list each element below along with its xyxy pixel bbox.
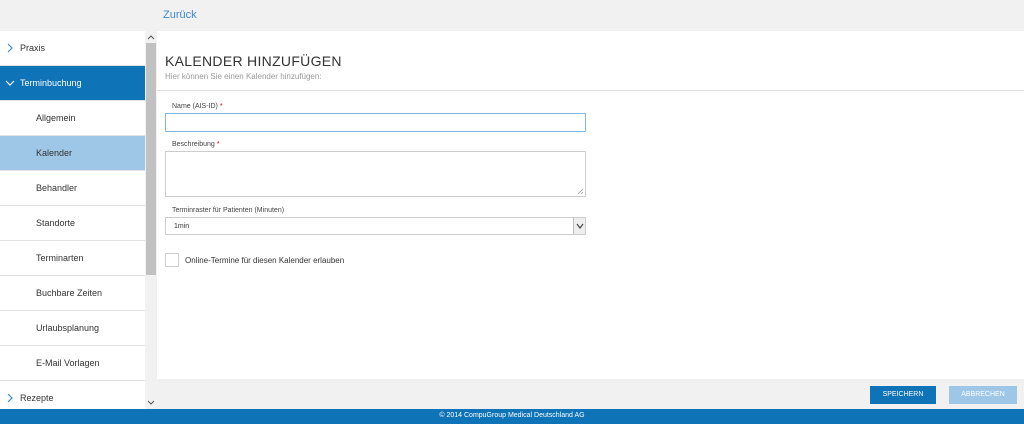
- sidebar-item-label: Rezepte: [20, 393, 54, 403]
- sidebar-item-kalender[interactable]: Kalender: [0, 136, 145, 171]
- action-bar: SPEICHERN ABBRECHEN: [157, 379, 1024, 409]
- sidebar-item-terminarten[interactable]: Terminarten: [0, 241, 145, 276]
- scroll-down-arrow-icon[interactable]: [147, 399, 155, 407]
- sidebar-item-allgemein[interactable]: Allgemein: [0, 101, 145, 136]
- select-dropdown-button[interactable]: [573, 218, 585, 234]
- sidebar-item-label: E-Mail Vorlagen: [36, 358, 100, 368]
- required-mark: *: [219, 103, 223, 110]
- sidebar-item-label: Standorte: [36, 218, 76, 228]
- sidebar-item-label: Praxis: [20, 43, 46, 53]
- cancel-button[interactable]: ABBRECHEN: [949, 386, 1017, 404]
- page-title: KALENDER HINZUFÜGEN: [165, 53, 342, 69]
- sidebar-item-label: Terminarten: [36, 253, 84, 263]
- save-button[interactable]: SPEICHERN: [870, 386, 936, 404]
- resize-grip-icon[interactable]: [577, 188, 584, 195]
- chevron-right-icon: [7, 393, 13, 403]
- raster-select[interactable]: 1min: [165, 217, 586, 235]
- divider: [157, 90, 1024, 91]
- scroll-up-arrow-icon[interactable]: [147, 33, 155, 41]
- sidebar-item-standorte[interactable]: Standorte: [0, 206, 145, 241]
- raster-field-label: Terminraster für Patienten (Minuten): [172, 207, 285, 214]
- name-input[interactable]: [165, 113, 586, 132]
- copyright-text: © 2014 CompuGroup Medical Deutschland AG: [439, 412, 585, 419]
- sidebar-item-urlaubsplanung[interactable]: Urlaubsplanung: [0, 311, 145, 346]
- sidebar-item-buchbare-zeiten[interactable]: Buchbare Zeiten: [0, 276, 145, 311]
- required-mark: *: [216, 141, 220, 148]
- page-subtitle: Hier können Sie einen Kalender hinzufüge…: [165, 72, 322, 81]
- scrollbar-thumb[interactable]: [146, 43, 156, 275]
- raster-select-value: 1min: [174, 223, 190, 230]
- sidebar-item-label: Allgemein: [36, 113, 76, 123]
- footer: © 2014 CompuGroup Medical Deutschland AG: [0, 409, 1024, 424]
- name-field-label: Name (AIS-ID) *: [172, 103, 223, 110]
- sidebar-item-rezepte[interactable]: Rezepte: [0, 381, 145, 409]
- sidebar-item-label: Behandler: [36, 183, 78, 193]
- chevron-down-icon: [576, 223, 584, 229]
- sidebar-item-label: Buchbare Zeiten: [36, 288, 103, 298]
- sidebar-item-praxis[interactable]: Praxis: [0, 31, 145, 66]
- name-field-label-text: Name (AIS-ID): [172, 103, 218, 110]
- online-termine-checkbox[interactable]: [165, 253, 179, 267]
- description-field-label: Beschreibung *: [172, 141, 220, 148]
- sidebar-item-behandler[interactable]: Behandler: [0, 171, 145, 206]
- chevron-down-icon: [5, 80, 15, 86]
- sidebar-item-label: Terminbuchung: [20, 78, 82, 88]
- sidebar-item-label: Kalender: [36, 148, 73, 158]
- top-bar: Zurück: [0, 0, 1024, 31]
- description-textarea[interactable]: [165, 151, 586, 197]
- sidebar-nav: Praxis Terminbuchung Allgemein Kalender …: [0, 31, 145, 409]
- main-content: KALENDER HINZUFÜGEN Hier können Sie eine…: [157, 31, 1024, 379]
- description-field-label-text: Beschreibung: [172, 141, 215, 148]
- sidebar-item-label: Urlaubsplanung: [36, 323, 100, 333]
- sidebar-scrollbar[interactable]: [145, 31, 157, 409]
- sidebar-item-email-vorlagen[interactable]: E-Mail Vorlagen: [0, 346, 145, 381]
- online-termine-label: Online-Termine für diesen Kalender erlau…: [185, 256, 345, 265]
- back-link[interactable]: Zurück: [163, 9, 197, 21]
- chevron-right-icon: [7, 43, 13, 53]
- sidebar-item-terminbuchung[interactable]: Terminbuchung: [0, 66, 145, 101]
